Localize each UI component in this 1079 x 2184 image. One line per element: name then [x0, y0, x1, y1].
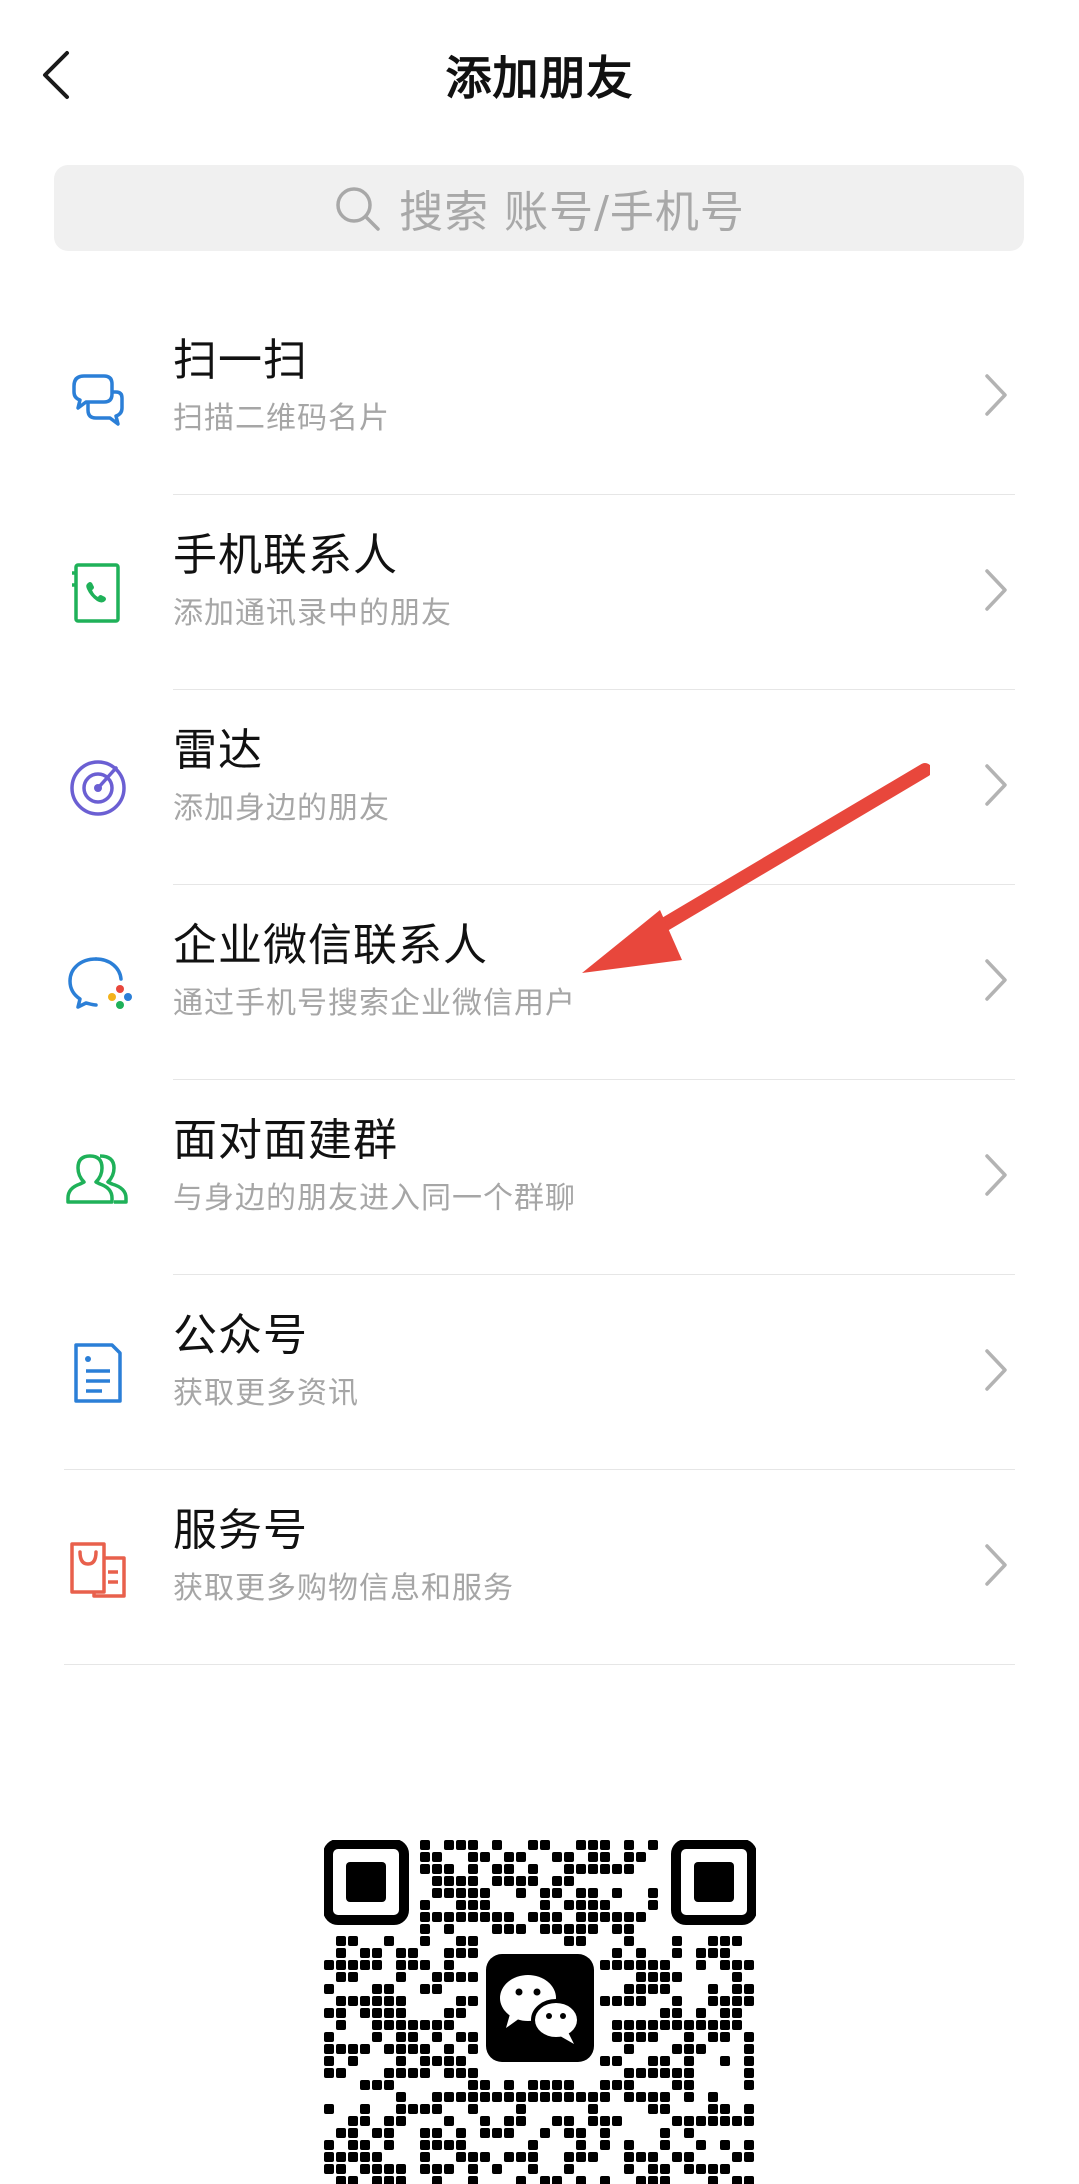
divider	[64, 1664, 1015, 1665]
chevron-right-icon	[985, 1349, 1007, 1391]
phone-contact-icon	[72, 563, 120, 623]
official-account-icon	[74, 1343, 122, 1403]
menu-item-service-accounts[interactable]: 服务号 获取更多购物信息和服务	[0, 1470, 1079, 1665]
menu-item-wecom-contacts[interactable]: 企业微信联系人 通过手机号搜索企业微信用户	[0, 885, 1079, 1080]
chevron-right-icon	[985, 959, 1007, 1001]
menu-item-title: 扫一扫	[173, 335, 308, 386]
qr-finder-pattern	[671, 1840, 756, 1925]
menu-item-title: 服务号	[173, 1505, 308, 1556]
menu-item-face-to-face-group[interactable]: 面对面建群 与身边的朋友进入同一个群聊	[0, 1080, 1079, 1275]
wechat-logo-icon	[486, 1954, 594, 2062]
menu-item-scan[interactable]: 扫一扫 扫描二维码名片	[0, 300, 1079, 495]
menu-item-title: 公众号	[173, 1310, 308, 1361]
menu-item-subtitle: 获取更多资讯	[173, 1376, 359, 1411]
shopping-bag-icon	[70, 1542, 126, 1598]
menu-item-subtitle: 与身边的朋友进入同一个群聊	[173, 1181, 576, 1216]
search-input[interactable]: 搜索 账号/手机号	[54, 165, 1024, 251]
menu-item-radar[interactable]: 雷达 添加身边的朋友	[0, 690, 1079, 885]
qr-code-image[interactable]	[324, 1840, 756, 2184]
menu-item-subtitle: 获取更多购物信息和服务	[173, 1571, 514, 1606]
menu-item-title: 手机联系人	[173, 530, 398, 581]
menu-item-subtitle: 通过手机号搜索企业微信用户	[173, 986, 576, 1021]
menu-item-title: 雷达	[173, 725, 263, 776]
menu-item-subtitle: 扫描二维码名片	[173, 401, 390, 436]
chevron-right-icon	[985, 1544, 1007, 1586]
wecom-icon	[68, 957, 132, 1009]
search-icon	[336, 187, 380, 231]
menu-item-official-accounts[interactable]: 公众号 获取更多资讯	[0, 1275, 1079, 1470]
header-bar: 添加朋友	[0, 0, 1079, 150]
chevron-left-icon	[43, 51, 69, 99]
radar-icon	[70, 760, 126, 816]
chevron-right-icon	[985, 569, 1007, 611]
menu-item-subtitle: 添加通讯录中的朋友	[173, 596, 452, 631]
menu-list: 扫一扫 扫描二维码名片 手机联系人 添加通讯录中的朋友 雷达 添加身边的朋友 企…	[0, 300, 1079, 1665]
menu-item-title: 企业微信联系人	[173, 920, 488, 971]
back-button[interactable]	[28, 40, 84, 110]
scan-icon	[72, 374, 124, 426]
page-title: 添加朋友	[445, 51, 634, 105]
group-people-icon	[66, 1154, 128, 1204]
qr-finder-pattern	[324, 1840, 409, 1925]
search-placeholder: 搜索 账号/手机号	[399, 187, 745, 238]
chevron-right-icon	[985, 764, 1007, 806]
menu-item-subtitle: 添加身边的朋友	[173, 791, 390, 826]
chevron-right-icon	[985, 1154, 1007, 1196]
menu-item-phone-contacts[interactable]: 手机联系人 添加通讯录中的朋友	[0, 495, 1079, 690]
chevron-right-icon	[985, 374, 1007, 416]
menu-item-title: 面对面建群	[173, 1115, 398, 1166]
